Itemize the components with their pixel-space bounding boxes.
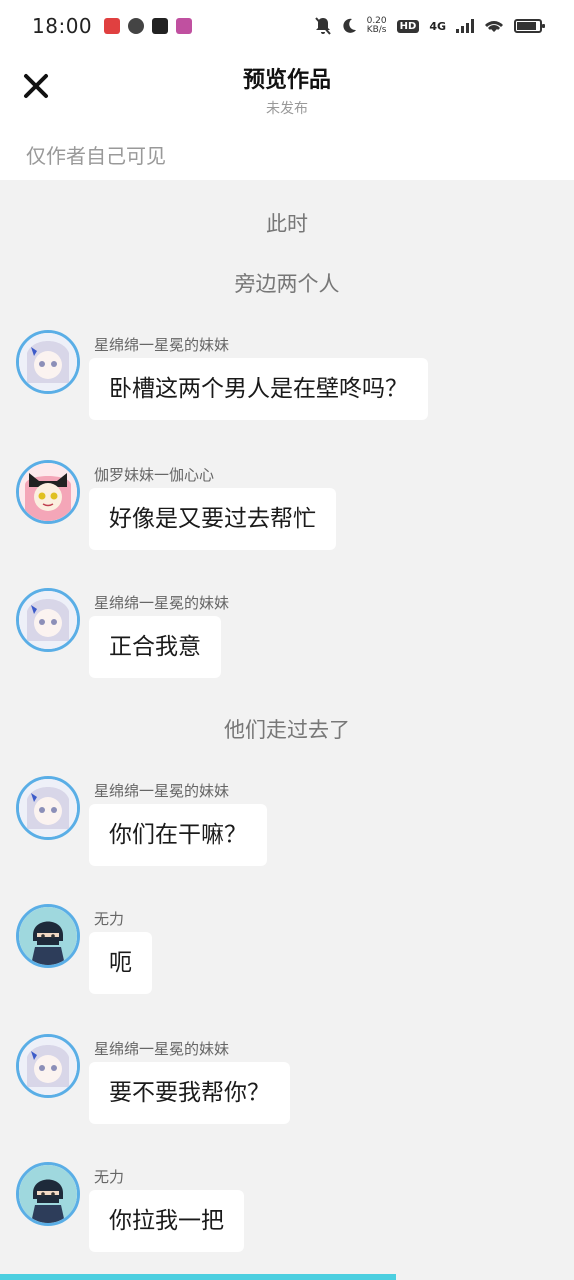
net-speed-unit: KB/s: [366, 25, 387, 35]
network-type: 4G: [429, 19, 446, 33]
status-time: 18:00: [32, 14, 93, 38]
publish-status: 未发布: [266, 101, 308, 117]
mute-bell-icon: [314, 17, 331, 35]
moon-icon: [342, 18, 356, 33]
story-feed[interactable]: 此时 旁边两个人 星绵绵一星冕的妹妹 卧槽这两个男人是在壁咚吗？ 伽罗妹妹一伽心…: [0, 180, 574, 1274]
cat-ear-girl-avatar[interactable]: [16, 460, 80, 524]
chat-message: 无力 你拉我一把: [16, 1162, 556, 1254]
white-hair-girl-avatar[interactable]: [16, 1034, 80, 1098]
hd-badge: HD: [396, 19, 420, 33]
sender-name: 星绵绵一星冕的妹妹: [94, 594, 230, 612]
sender-name: 伽罗妹妹一伽心心: [94, 466, 215, 484]
white-hair-girl-avatar[interactable]: [16, 330, 80, 394]
chat-message: 无力 呃: [16, 904, 556, 996]
visibility-note: 仅作者自己可见: [26, 144, 166, 168]
message-bubble[interactable]: 正合我意: [89, 616, 221, 678]
page-title: 预览作品: [242, 68, 331, 93]
message-bubble[interactable]: 你们在干嘛？: [89, 804, 267, 866]
sender-name: 星绵绵一星冕的妹妹: [94, 1040, 230, 1058]
sender-name: 无力: [94, 910, 125, 928]
app-notification-icon: [104, 18, 121, 34]
net-speed: 0.20 KB/s: [367, 17, 387, 35]
message-bubble[interactable]: 要不要我帮你？: [89, 1062, 290, 1124]
battery-icon: [514, 19, 545, 33]
masked-boy-avatar[interactable]: [16, 904, 80, 968]
compass-icon: [128, 18, 145, 34]
message-bubble[interactable]: 呃: [89, 932, 152, 994]
status-right: 0.20 KB/s HD 4G: [314, 17, 545, 35]
notification-icons: [104, 18, 193, 34]
sender-name: 星绵绵一星冕的妹妹: [94, 782, 230, 800]
narration-text: 旁边两个人: [234, 272, 340, 296]
sender-name: 无力: [94, 1168, 125, 1186]
game-icon: [176, 18, 193, 34]
chat-message: 星绵绵一星冕的妹妹 卧槽这两个男人是在壁咚吗？: [16, 330, 556, 422]
narration-text: 他们走过去了: [224, 718, 350, 742]
message-bubble[interactable]: 卧槽这两个男人是在壁咚吗？: [89, 358, 428, 420]
signal-icon: [456, 19, 474, 33]
masked-boy-avatar[interactable]: [16, 1162, 80, 1226]
chat-message: 星绵绵一星冕的妹妹 你们在干嘛？: [16, 776, 556, 868]
chat-message: 伽罗妹妹一伽心心 好像是又要过去帮忙: [16, 460, 556, 552]
header: 预览作品 未发布 仅作者自己可见: [0, 52, 574, 180]
reading-progress-fill: [0, 1274, 397, 1280]
white-hair-girl-avatar[interactable]: [16, 776, 80, 840]
message-bubble[interactable]: 你拉我一把: [89, 1190, 244, 1252]
white-hair-girl-avatar[interactable]: [16, 588, 80, 652]
narration-text: 此时: [266, 212, 308, 236]
message-bubble[interactable]: 好像是又要过去帮忙: [89, 488, 336, 550]
chat-message: 星绵绵一星冕的妹妹 正合我意: [16, 588, 556, 680]
shirt-icon: [152, 18, 169, 34]
sender-name: 星绵绵一星冕的妹妹: [94, 336, 230, 354]
chat-message: 星绵绵一星冕的妹妹 要不要我帮你？: [16, 1034, 556, 1126]
status-bar: 18:00 0.20 KB/s HD 4G: [0, 0, 574, 52]
reading-progress-bar: [0, 1274, 574, 1280]
wifi-icon: [485, 21, 503, 32]
